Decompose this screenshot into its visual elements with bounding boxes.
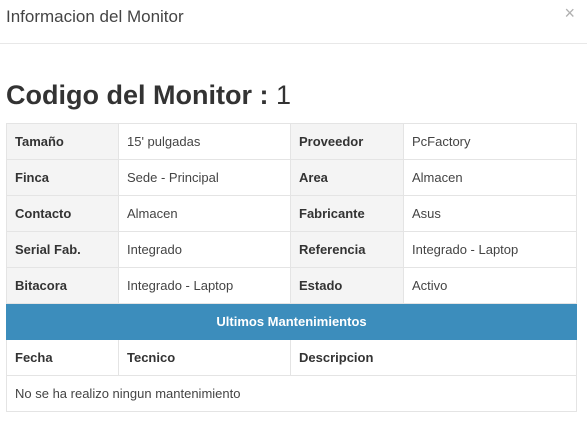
modal-header: Informacion del Monitor × bbox=[0, 0, 587, 44]
detail-value: Integrado - Laptop bbox=[118, 267, 291, 304]
detail-label: Area bbox=[290, 159, 404, 196]
detail-value: Asus bbox=[403, 195, 577, 232]
table-row: Serial Fab. Integrado Referencia Integra… bbox=[6, 231, 577, 268]
detail-value: 15' pulgadas bbox=[118, 123, 291, 160]
column-header-descripcion: Descripcion bbox=[290, 339, 577, 376]
detail-label: Contacto bbox=[6, 195, 119, 232]
table-row: Contacto Almacen Fabricante Asus bbox=[6, 195, 577, 232]
column-header-tecnico: Tecnico bbox=[118, 339, 291, 376]
detail-value: Activo bbox=[403, 267, 577, 304]
table-row: Tamaño 15' pulgadas Proveedor PcFactory bbox=[6, 123, 577, 160]
detail-label: Referencia bbox=[290, 231, 404, 268]
table-row: Bitacora Integrado - Laptop Estado Activ… bbox=[6, 267, 577, 304]
maintenance-title: Ultimos Mantenimientos bbox=[6, 303, 577, 340]
detail-label: Bitacora bbox=[6, 267, 119, 304]
detail-label: Fabricante bbox=[290, 195, 404, 232]
detail-value: PcFactory bbox=[403, 123, 577, 160]
detail-value: Almacen bbox=[403, 159, 577, 196]
detail-label: Finca bbox=[6, 159, 119, 196]
monitor-code-label: Codigo del Monitor : bbox=[6, 80, 269, 110]
detail-label: Estado bbox=[290, 267, 404, 304]
detail-value: Integrado - Laptop bbox=[403, 231, 577, 268]
detail-value: Integrado bbox=[118, 231, 291, 268]
column-header-fecha: Fecha bbox=[6, 339, 119, 376]
detail-label: Serial Fab. bbox=[6, 231, 119, 268]
detail-value: Almacen bbox=[118, 195, 291, 232]
empty-message: No se ha realizo ningun mantenimiento bbox=[6, 375, 577, 412]
maintenance-banner-row: Ultimos Mantenimientos bbox=[6, 303, 577, 340]
modal-title: Informacion del Monitor bbox=[6, 7, 184, 26]
detail-value: Sede - Principal bbox=[118, 159, 291, 196]
maintenance-empty-row: No se ha realizo ningun mantenimiento bbox=[6, 375, 577, 412]
monitor-code-heading: Codigo del Monitor : 1 bbox=[6, 80, 291, 111]
maintenance-header-row: Fecha Tecnico Descripcion bbox=[6, 339, 577, 376]
detail-label: Tamaño bbox=[6, 123, 119, 160]
monitor-code-value: 1 bbox=[275, 80, 291, 110]
monitor-info-table: Tamaño 15' pulgadas Proveedor PcFactory … bbox=[6, 123, 577, 412]
close-icon[interactable]: × bbox=[564, 4, 575, 22]
detail-label: Proveedor bbox=[290, 123, 404, 160]
table-row: Finca Sede - Principal Area Almacen bbox=[6, 159, 577, 196]
